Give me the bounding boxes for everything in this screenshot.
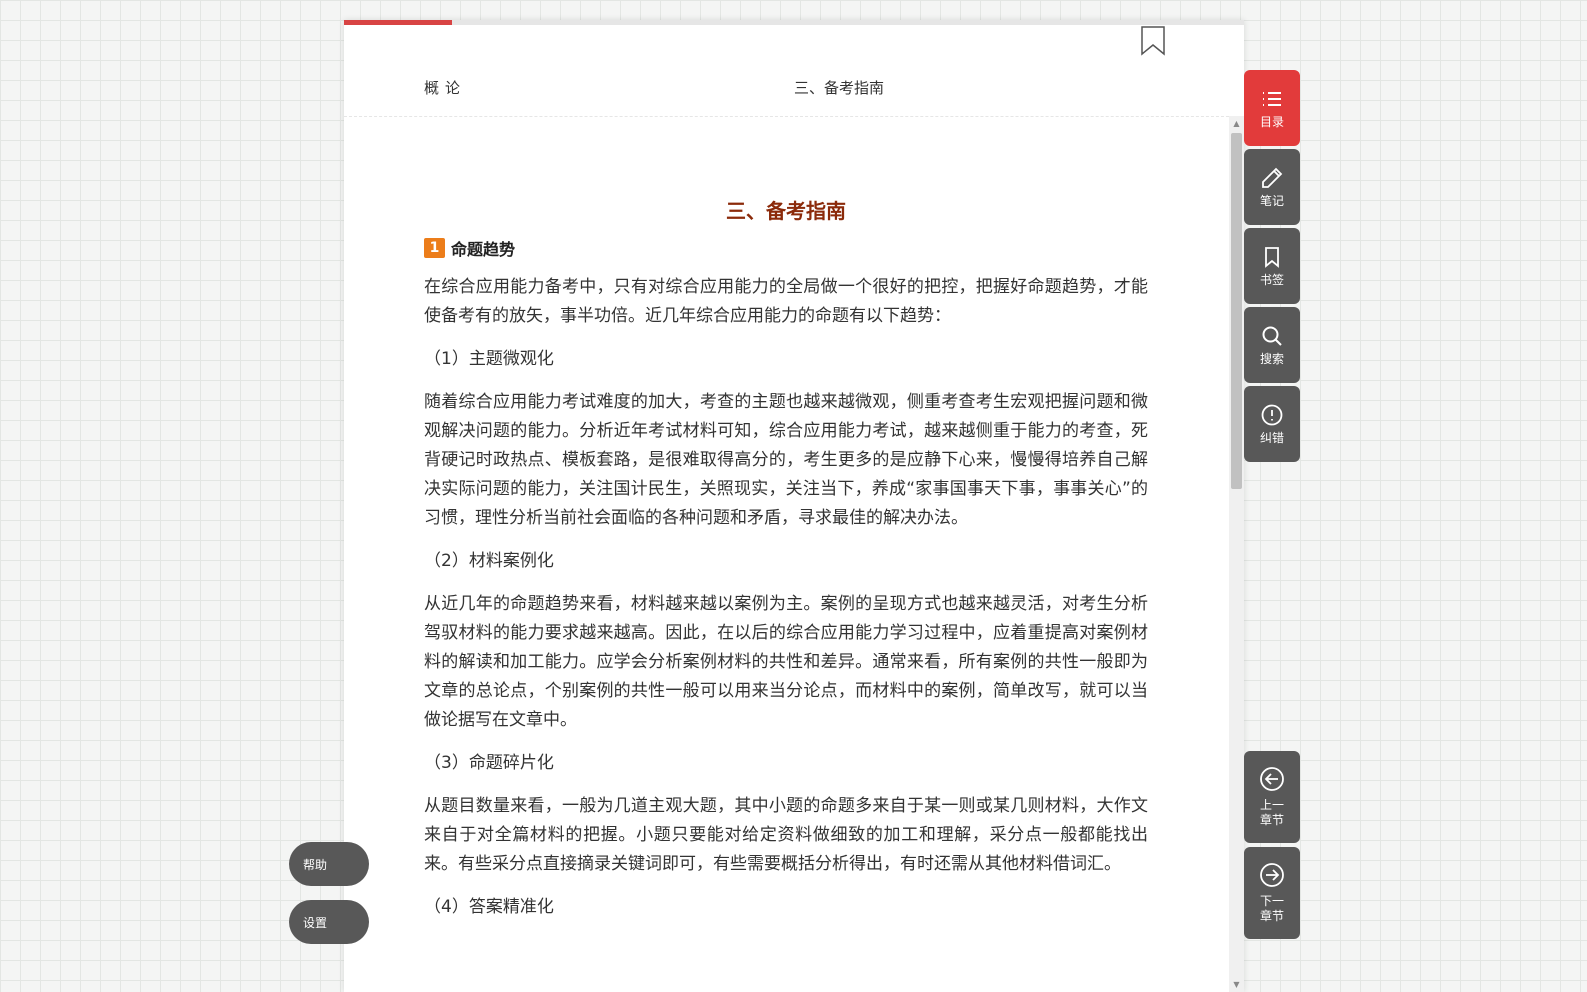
search-label: 搜索 [1259, 352, 1284, 366]
toc-label: 目录 [1259, 115, 1284, 129]
scroll-up-arrow[interactable]: ▲ [1229, 116, 1244, 131]
search-icon [1262, 326, 1282, 346]
toc-button[interactable]: 目录 [1244, 70, 1300, 146]
bookmark-icon [1265, 247, 1279, 268]
running-header-part: 概论 [424, 79, 467, 97]
item-title: （2）材料案例化 [424, 551, 554, 571]
settings-label: 设置 [303, 916, 328, 930]
report-error-label: 纠错 [1259, 431, 1284, 445]
section-title: 命题趋势 [451, 240, 516, 259]
help-button[interactable]: 帮助 [289, 842, 369, 886]
section-number-badge: 1 [424, 238, 445, 258]
running-header-section: 三、备考指南 [794, 79, 885, 97]
item-body: 从近几年的命题趋势来看，材料越来越以案例为主。案例的呈现方式也越来越灵活，对考生… [424, 594, 1148, 730]
item-title: （4）答案精准化 [424, 897, 554, 917]
item-body: 随着综合应用能力考试难度的加大，考查的主题也越来越微观，侧重考查考生宏观把握问题… [424, 392, 1148, 528]
arrow-right-circle-icon [1260, 863, 1284, 887]
bookmarks-label: 书签 [1259, 273, 1284, 287]
next-chapter-button[interactable]: 下一章节 [1244, 847, 1300, 939]
report-error-button[interactable]: 纠错 [1244, 386, 1300, 462]
list-icon [1263, 92, 1281, 106]
intro-paragraph: 在综合应用能力备考中，只有对综合应用能力的全局做一个很好的把控，把握好命题趋势，… [424, 277, 1148, 326]
settings-button[interactable]: 设置 [289, 900, 369, 944]
help-label: 帮助 [303, 858, 328, 872]
item-body: 从题目数量来看，一般为几道主观大题，其中小题的命题多来自于某一则或某几则材料，大… [424, 796, 1148, 874]
chapter-title: 三、备考指南 [726, 199, 846, 223]
pencil-icon [1262, 167, 1283, 188]
section-heading: 1 命题趋势 [424, 235, 1148, 261]
reader-page: 概论 三、备考指南 三、备考指南 1 命题趋势 在综合应用能力备考中，只有对综合… [344, 20, 1244, 992]
bookmarks-button[interactable]: 书签 [1244, 228, 1300, 304]
notes-button[interactable]: 笔记 [1244, 149, 1300, 225]
item-title: （3）命题碎片化 [424, 753, 554, 773]
prev-chapter-label: 上一章节 [1259, 798, 1284, 827]
search-button[interactable]: 搜索 [1244, 307, 1300, 383]
scrollbar[interactable]: ▲ ▼ [1229, 116, 1244, 992]
scroll-down-arrow[interactable]: ▼ [1229, 977, 1244, 992]
scroll-thumb[interactable] [1231, 133, 1242, 489]
article-content: 三、备考指南 1 命题趋势 在综合应用能力备考中，只有对综合应用能力的全局做一个… [424, 116, 1148, 922]
alert-icon [1261, 404, 1283, 426]
item-title: （1）主题微观化 [424, 349, 554, 369]
next-chapter-label: 下一章节 [1259, 894, 1284, 923]
prev-chapter-button[interactable]: 上一章节 [1244, 751, 1300, 843]
running-header: 概论 三、备考指南 [344, 25, 1244, 117]
arrow-left-circle-icon [1260, 767, 1284, 791]
notes-label: 笔记 [1259, 194, 1284, 208]
